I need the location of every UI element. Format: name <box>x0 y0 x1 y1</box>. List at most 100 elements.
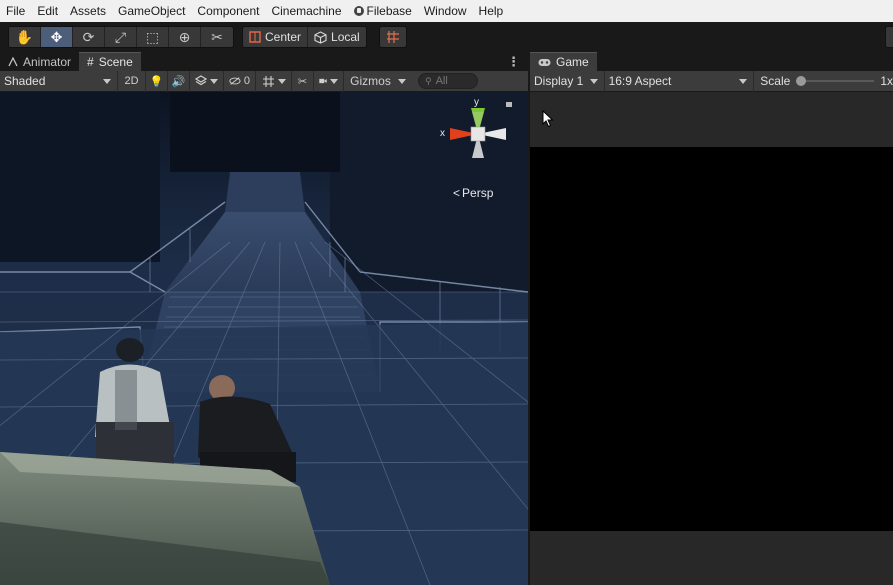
gamepad-icon <box>538 58 551 66</box>
menu-window[interactable]: Window <box>418 0 473 22</box>
lock-icon[interactable] <box>506 102 512 107</box>
chevron-down-icon <box>210 78 218 84</box>
chevron-down-icon <box>397 78 406 84</box>
menu-gameobject[interactable]: GameObject <box>112 0 191 22</box>
scale-slider-knob[interactable] <box>796 76 807 86</box>
space-local-button[interactable]: Local <box>308 27 366 47</box>
effects-dropdown[interactable] <box>190 70 224 92</box>
aspect-value: 16:9 Aspect <box>608 74 672 88</box>
tab-animator-label: Animator <box>23 54 72 69</box>
scene-tabbar: Animator # Scene ⋮ <box>0 52 528 71</box>
gizmo-x-label: x <box>440 128 445 139</box>
scene-panel: Animator # Scene ⋮ Shaded 2D 💡 🔊 0 ✂ Giz… <box>0 52 528 585</box>
menu-cinemachine-label: Cinemachine <box>271 4 342 18</box>
scale-icon: ⤢ <box>114 28 127 45</box>
aspect-dropdown[interactable]: 16:9 Aspect <box>605 70 755 92</box>
main-toolbar: ✋ ✥ ⟳ ⤢ ⬚ ⊕ ✂ Center Local <box>0 22 893 52</box>
scene-search-input[interactable]: ⚲ All <box>418 73 478 89</box>
display-dropdown[interactable]: Display 1 <box>530 70 605 92</box>
menu-file-label: File <box>6 4 26 18</box>
pivot-icon <box>249 31 261 43</box>
scale-slider[interactable] <box>796 76 875 86</box>
transform-tool-button[interactable]: ⊕ <box>169 27 201 47</box>
menu-filebase[interactable]: Filebase <box>348 0 418 22</box>
rect-tool-button[interactable]: ⬚ <box>137 27 169 47</box>
rotate-icon: ⟳ <box>82 28 95 45</box>
cube-icon <box>314 30 327 44</box>
display-value: Display 1 <box>534 74 584 88</box>
wrench-icon: ✂ <box>211 28 223 45</box>
toolbar-right-box[interactable] <box>885 26 893 48</box>
camera-dropdown[interactable] <box>314 70 344 92</box>
space-label: Local <box>331 30 360 44</box>
tab-scene-label: Scene <box>98 55 133 69</box>
tab-game-label: Game <box>556 55 589 69</box>
menu-component-label: Component <box>197 4 260 18</box>
game-tabbar: Game <box>530 52 893 71</box>
menu-edit-label: Edit <box>37 4 59 18</box>
hidden-objects-toggle[interactable]: 0 <box>224 70 256 92</box>
menu-assets[interactable]: Assets <box>64 0 112 22</box>
lighting-toggle[interactable]: 💡 <box>146 70 168 92</box>
menu-component[interactable]: Component <box>191 0 265 22</box>
mouse-cursor-icon <box>542 110 554 128</box>
camera-icon <box>319 78 327 84</box>
scale-tool-button[interactable]: ⤢ <box>105 27 137 47</box>
projection-toggle[interactable]: < Persp <box>453 186 493 200</box>
layers-icon <box>195 75 207 86</box>
mode-2d-button[interactable]: 2D <box>118 70 146 92</box>
menu-file[interactable]: File <box>0 0 31 22</box>
panel-menu-icon[interactable]: ⋮ <box>507 54 520 70</box>
menu-help-label: Help <box>478 4 504 18</box>
gizmo-y-label: y <box>474 97 479 108</box>
pivot-center-button[interactable]: Center <box>243 27 309 47</box>
menu-filebase-label: Filebase <box>366 4 412 18</box>
game-toolbar: Display 1 16:9 Aspect Scale 1x <box>530 70 893 92</box>
crossed-tools-icon: ✂ <box>297 75 308 88</box>
grid-snap-button[interactable] <box>378 26 407 48</box>
search-placeholder: All <box>435 75 448 87</box>
hand-icon: ✋ <box>15 28 34 45</box>
game-panel: Game Display 1 16:9 Aspect Scale 1x <box>530 52 893 585</box>
grid-toggle[interactable] <box>256 70 292 92</box>
menu-gameobject-label: GameObject <box>118 4 186 18</box>
menu-cinemachine[interactable]: Cinemachine <box>265 0 347 22</box>
tools-toggle[interactable]: ✂ <box>292 70 314 92</box>
shading-mode-value: Shaded <box>4 74 46 88</box>
orientation-gizmo[interactable]: y x <box>436 92 516 172</box>
audio-toggle[interactable]: 🔊 <box>168 70 190 92</box>
search-icon: ⚲ <box>425 75 432 86</box>
projection-label: Persp <box>462 186 494 200</box>
menu-window-label: Window <box>423 4 467 18</box>
persp-chevron-icon: < <box>453 186 461 200</box>
chevron-down-icon <box>589 78 598 84</box>
transform-tools: ✋ ✥ ⟳ ⤢ ⬚ ⊕ ✂ <box>8 26 234 48</box>
chevron-down-icon <box>330 78 338 84</box>
chevron-down-icon <box>103 78 111 84</box>
scale-label: Scale <box>760 74 791 88</box>
scale-value: 1x <box>880 74 893 88</box>
shading-mode-dropdown[interactable]: Shaded <box>0 70 118 92</box>
menu-edit[interactable]: Edit <box>31 0 64 22</box>
game-render <box>530 147 893 531</box>
game-view-area[interactable] <box>530 92 893 585</box>
hand-tool-button[interactable]: ✋ <box>9 27 41 47</box>
scene-toolbar: Shaded 2D 💡 🔊 0 ✂ Gizmos ⚲ All <box>0 70 528 92</box>
pivot-group: Center Local <box>242 26 367 48</box>
scene-viewport[interactable]: y x < Persp <box>0 92 528 585</box>
rotate-tool-button[interactable]: ⟳ <box>73 27 105 47</box>
filebase-icon <box>353 6 364 16</box>
speaker-icon: 🔊 <box>171 75 186 88</box>
tab-game[interactable]: Game <box>530 52 597 71</box>
move-tool-button[interactable]: ✥ <box>41 27 73 47</box>
scene-grid-icon: # <box>87 55 94 69</box>
menu-bar: File Edit Assets GameObject Component Ci… <box>0 0 893 22</box>
gizmos-dropdown[interactable]: Gizmos <box>344 71 412 92</box>
pivot-label: Center <box>265 30 302 44</box>
transform-icon: ⊕ <box>178 28 191 45</box>
tab-scene[interactable]: # Scene <box>79 52 141 71</box>
menu-help[interactable]: Help <box>473 0 510 22</box>
animator-icon <box>8 56 18 66</box>
tab-animator[interactable]: Animator <box>0 52 79 71</box>
custom-tool-button[interactable]: ✂ <box>201 27 233 47</box>
